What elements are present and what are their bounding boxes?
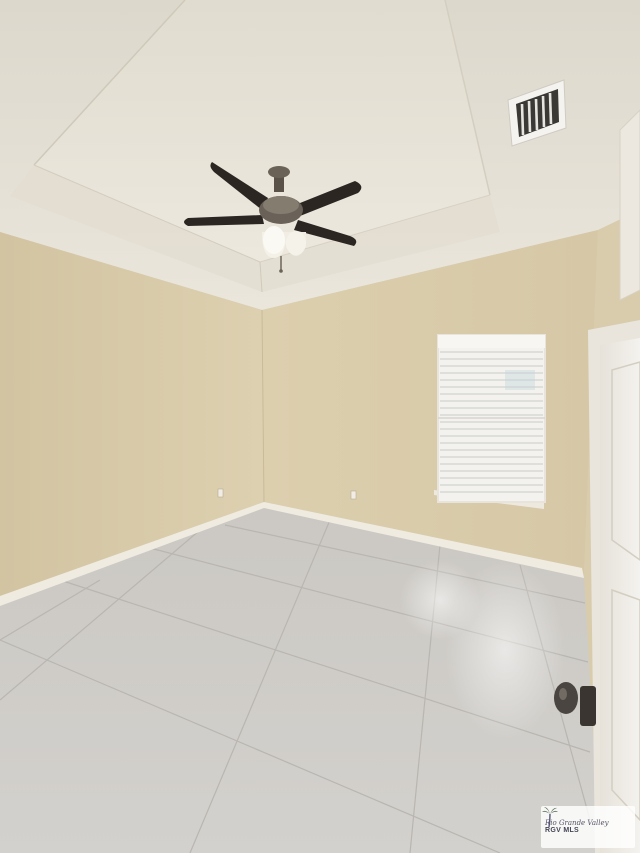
outlet-back bbox=[350, 490, 357, 500]
mls-watermark: Rio Grande Valley RGV MLS bbox=[541, 806, 635, 848]
door-panel bbox=[600, 338, 640, 853]
palm-tree-icon bbox=[542, 807, 558, 828]
outlet-left bbox=[217, 488, 224, 498]
room-photo: Rio Grande Valley RGV MLS bbox=[0, 0, 640, 853]
door-upper-panel bbox=[619, 109, 640, 301]
window-with-blinds bbox=[434, 334, 546, 509]
room-scene bbox=[0, 0, 640, 853]
watermark-line2: RGV MLS bbox=[545, 827, 579, 834]
